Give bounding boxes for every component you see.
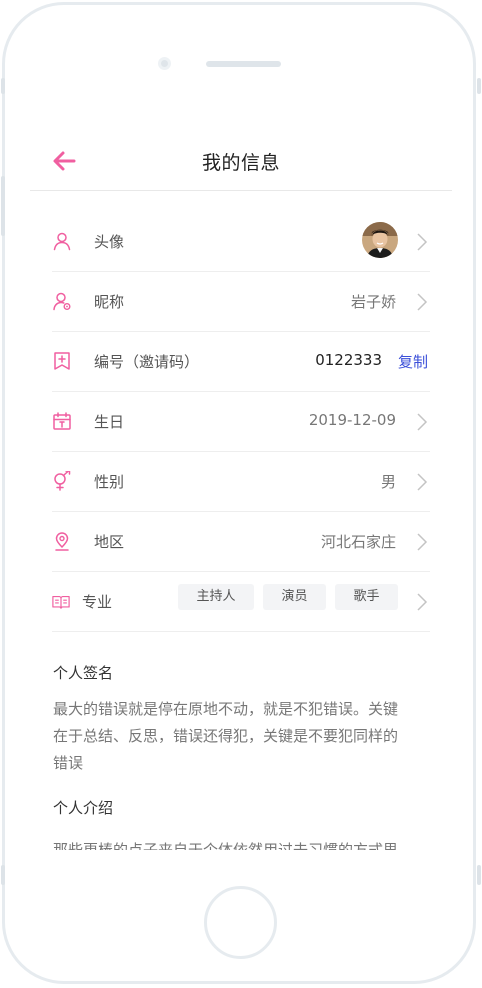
bookmark-plus-icon bbox=[54, 352, 70, 370]
user-icon bbox=[53, 232, 71, 251]
intro-text: 那些更棒的点子来自于个体依然用过去习惯的方式思 bbox=[53, 841, 399, 850]
row-label: 昵称 bbox=[94, 293, 125, 311]
major-tag: 歌手 bbox=[335, 584, 398, 610]
major-tag: 主持人 bbox=[178, 584, 254, 610]
phone-camera bbox=[158, 57, 171, 70]
major-tag: 演员 bbox=[263, 584, 326, 610]
signature-line: 最大的错误就是停在原地不动，就是不犯错误。关键 bbox=[53, 700, 399, 718]
chevron-right-icon bbox=[417, 233, 428, 251]
signature-line: 错误 bbox=[53, 754, 84, 772]
user-settings-icon bbox=[53, 292, 71, 311]
row-id: 编号（邀请码） 0122333 复制 bbox=[52, 332, 430, 392]
calendar-icon bbox=[53, 412, 71, 430]
row-avatar[interactable]: 头像 bbox=[52, 212, 430, 272]
chevron-right-icon bbox=[417, 473, 428, 491]
row-label: 专业 bbox=[82, 593, 113, 611]
chevron-right-icon bbox=[417, 293, 428, 311]
gender-icon bbox=[54, 471, 71, 491]
row-label: 编号（邀请码） bbox=[94, 353, 200, 371]
avatar[interactable] bbox=[362, 222, 398, 258]
copy-button[interactable]: 复制 bbox=[398, 351, 428, 372]
row-major[interactable]: 专业 主持人 演员 歌手 bbox=[52, 572, 430, 632]
location-pin-icon bbox=[55, 532, 69, 551]
book-icon bbox=[52, 596, 70, 609]
row-nickname[interactable]: 昵称 岩子娇 bbox=[52, 272, 430, 332]
phone-home-button[interactable] bbox=[204, 886, 277, 959]
chevron-right-icon bbox=[417, 413, 428, 431]
row-label: 头像 bbox=[94, 233, 125, 251]
row-birthday[interactable]: 生日 2019-12-09 bbox=[52, 392, 430, 452]
screen: 我的信息 头像 昵称 岩子娇 编号（邀请码） 0122333 复制 生日 201… bbox=[30, 118, 452, 850]
row-region[interactable]: 地区 河北石家庄 bbox=[52, 512, 430, 572]
intro-title: 个人介绍 bbox=[53, 799, 114, 817]
birthday-value: 2019-12-09 bbox=[308, 411, 396, 429]
page-title: 我的信息 bbox=[201, 152, 280, 174]
phone-speaker bbox=[206, 61, 281, 67]
id-value: 0122333 bbox=[315, 351, 382, 369]
signature-text: 最大的错误就是停在原地不动，就是不犯错误。关键 在于总结、反思，错误还得犯，关键… bbox=[53, 696, 425, 777]
phone-side-button bbox=[1, 865, 5, 885]
signature-line: 在于总结、反思，错误还得犯，关键是不要犯同样的 bbox=[53, 727, 399, 745]
phone-side-button bbox=[477, 865, 481, 885]
phone-side-button bbox=[1, 176, 5, 236]
chevron-right-icon bbox=[417, 593, 428, 611]
phone-side-button bbox=[1, 78, 5, 94]
phone-side-button bbox=[477, 78, 481, 94]
row-label: 地区 bbox=[94, 533, 125, 551]
chevron-right-icon bbox=[417, 533, 428, 551]
nickname-value: 岩子娇 bbox=[350, 293, 396, 311]
row-gender[interactable]: 性别 男 bbox=[52, 452, 430, 512]
row-label: 性别 bbox=[94, 473, 125, 491]
nav-bar: 我的信息 bbox=[30, 118, 452, 191]
row-label: 生日 bbox=[94, 413, 125, 431]
region-value: 河北石家庄 bbox=[320, 533, 396, 551]
signature-title: 个人签名 bbox=[53, 664, 114, 682]
gender-value: 男 bbox=[380, 473, 396, 491]
